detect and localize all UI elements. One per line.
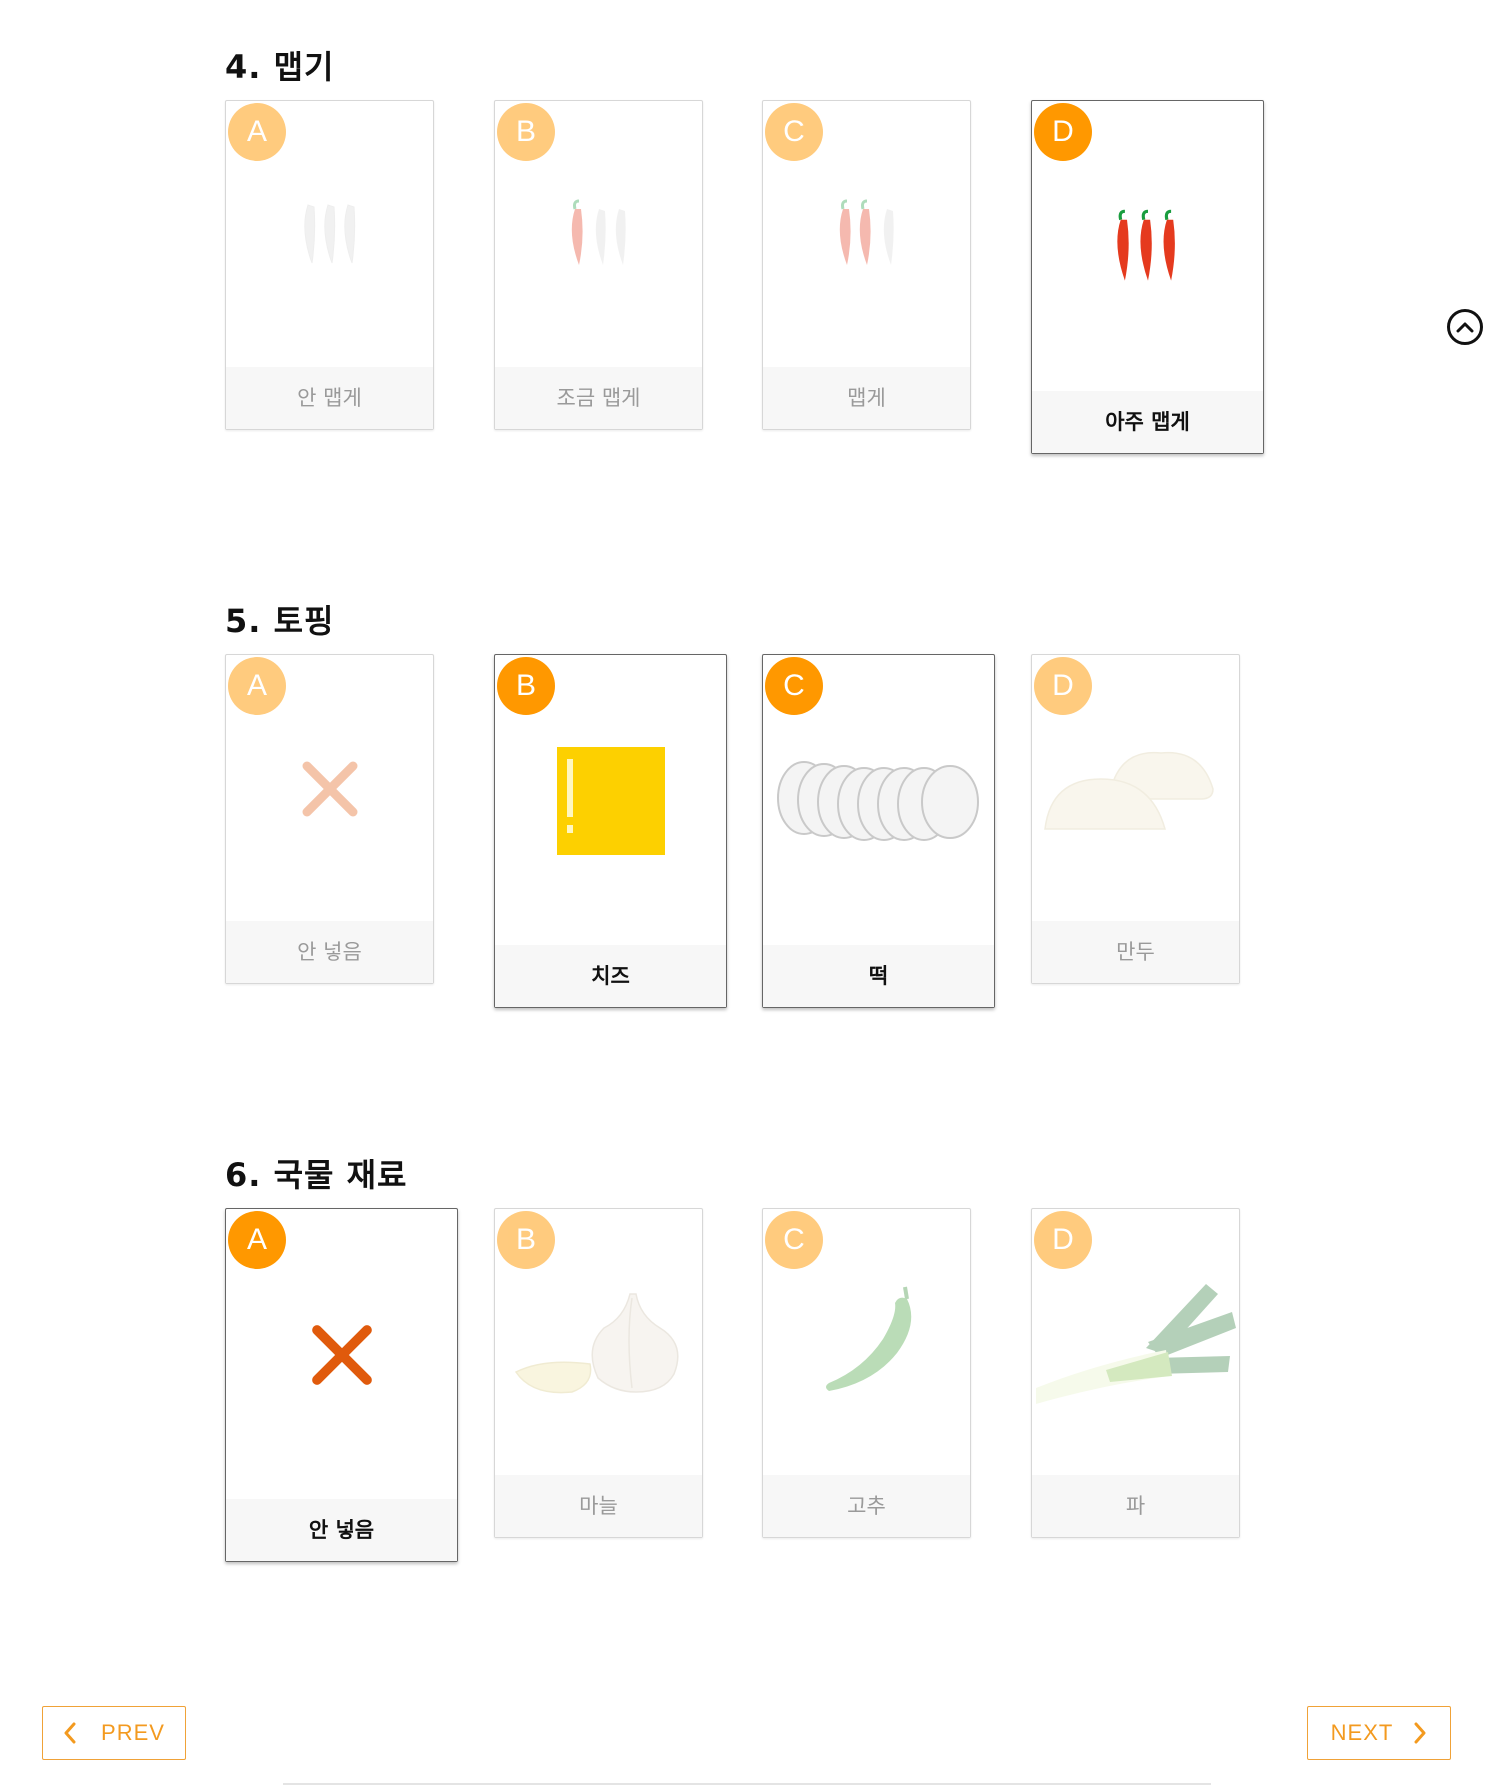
- option-label: 안 넣음: [226, 921, 433, 983]
- option-card-c[interactable]: C 고추: [762, 1208, 971, 1538]
- chevron-right-icon: [1413, 1722, 1427, 1744]
- option-label: 파: [1032, 1475, 1239, 1537]
- option-card-a[interactable]: A 안 넣음: [225, 654, 434, 984]
- section-title: 6. 국물 재료: [225, 1156, 408, 1194]
- option-letter-badge: B: [497, 657, 555, 715]
- option-letter-badge: A: [228, 657, 286, 715]
- scroll-to-top-button[interactable]: [1447, 309, 1483, 345]
- option-letter-badge: D: [1034, 1211, 1092, 1269]
- survey-page: 4. 맵기 A 안 맵게 B 조금 맵게 C 맵게 D 아주 맵게 5. 토핑 …: [0, 0, 1506, 1785]
- option-label: 맵게: [763, 367, 970, 429]
- option-label: 고추: [763, 1475, 970, 1537]
- option-card-b[interactable]: B 조금 맵게: [494, 100, 703, 430]
- next-label: NEXT: [1330, 1720, 1394, 1745]
- option-letter-badge: B: [497, 1211, 555, 1269]
- option-label: 만두: [1032, 921, 1239, 983]
- section-topping: 5. 토핑 A 안 넣음 B 치즈 C 떡 D 만두: [225, 596, 1285, 1016]
- prev-button[interactable]: PREV: [42, 1706, 186, 1760]
- option-card-d[interactable]: D 파: [1031, 1208, 1240, 1538]
- next-button[interactable]: NEXT: [1307, 1706, 1451, 1760]
- option-card-d[interactable]: D 만두: [1031, 654, 1240, 984]
- option-letter-badge: C: [765, 103, 823, 161]
- option-card-c[interactable]: C 떡: [762, 654, 995, 1008]
- option-label: 치즈: [495, 945, 726, 1007]
- option-label: 안 넣음: [226, 1499, 457, 1561]
- option-card-b[interactable]: B 마늘: [494, 1208, 703, 1538]
- section-title: 4. 맵기: [225, 48, 335, 86]
- option-letter-badge: C: [765, 657, 823, 715]
- section-soup-ingredients: 6. 국물 재료 A 안 넣음 B 마늘 C 고추 D 파: [225, 1150, 1285, 1570]
- option-label: 조금 맵게: [495, 367, 702, 429]
- option-card-a[interactable]: A 안 넣음: [225, 1208, 458, 1562]
- option-letter-badge: B: [497, 103, 555, 161]
- option-label: 마늘: [495, 1475, 702, 1537]
- option-card-c[interactable]: C 맵게: [762, 100, 971, 430]
- option-label: 아주 맵게: [1032, 391, 1263, 453]
- option-label: 안 맵게: [226, 367, 433, 429]
- section-spiciness: 4. 맵기 A 안 맵게 B 조금 맵게 C 맵게 D 아주 맵게: [225, 42, 1285, 462]
- option-letter-badge: C: [765, 1211, 823, 1269]
- option-letter-badge: A: [228, 103, 286, 161]
- chevron-up-icon: [1456, 318, 1474, 337]
- prev-label: PREV: [101, 1720, 165, 1745]
- option-letter-badge: D: [1034, 657, 1092, 715]
- chevron-left-icon: [63, 1722, 77, 1744]
- option-letter-badge: D: [1034, 103, 1092, 161]
- option-letter-badge: A: [228, 1211, 286, 1269]
- option-card-a[interactable]: A 안 맵게: [225, 100, 434, 430]
- section-title: 5. 토핑: [225, 602, 335, 640]
- option-label: 떡: [763, 945, 994, 1007]
- option-card-b[interactable]: B 치즈: [494, 654, 727, 1008]
- option-card-d[interactable]: D 아주 맵게: [1031, 100, 1264, 454]
